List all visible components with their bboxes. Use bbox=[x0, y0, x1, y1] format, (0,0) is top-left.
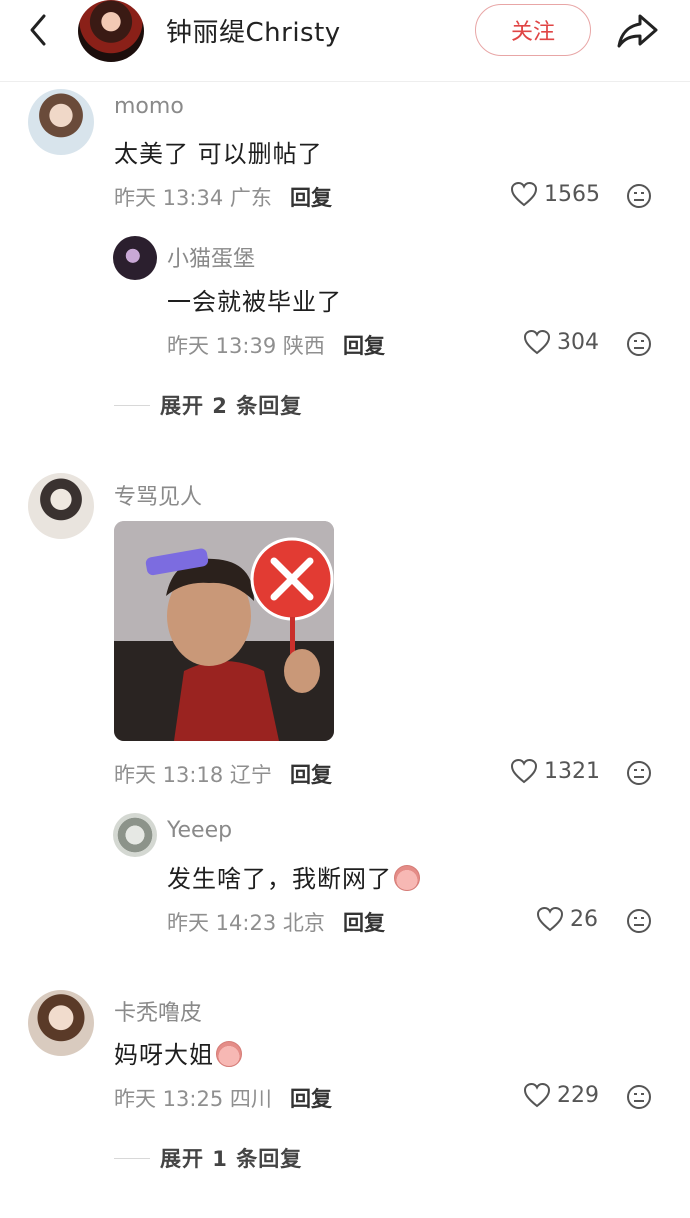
reply-button[interactable]: 回复 bbox=[290, 182, 332, 212]
like-count: 26 bbox=[570, 906, 598, 932]
comment-text: 妈呀大姐 bbox=[114, 1035, 242, 1070]
divider bbox=[114, 404, 150, 406]
reply-button[interactable]: 回复 bbox=[290, 1083, 332, 1113]
dislike-button[interactable] bbox=[626, 183, 652, 209]
reply-button[interactable]: 回复 bbox=[343, 330, 385, 360]
comment-text-value: 妈呀大姐 bbox=[114, 1041, 214, 1069]
avatar[interactable] bbox=[28, 89, 94, 155]
share-arrow-icon bbox=[617, 14, 658, 48]
reply-text: 发生啥了，我断网了 bbox=[167, 859, 420, 894]
crying-emoji-icon bbox=[394, 865, 420, 891]
avatar[interactable] bbox=[113, 236, 157, 280]
chevron-left-icon bbox=[30, 14, 46, 46]
author-name[interactable]: 钟丽缇Christy bbox=[166, 12, 341, 49]
follow-button[interactable]: 关注 bbox=[475, 4, 591, 56]
comment-meta: 昨天 13:18 辽宁 bbox=[114, 763, 272, 787]
reply-button[interactable]: 回复 bbox=[343, 907, 385, 937]
like-count: 1565 bbox=[544, 181, 600, 207]
reply-text-value: 发生啥了，我断网了 bbox=[167, 865, 392, 893]
reply-text: 一会就被毕业了 bbox=[167, 288, 342, 316]
avatar[interactable] bbox=[28, 473, 94, 539]
avatar[interactable] bbox=[113, 813, 157, 857]
back-button[interactable] bbox=[18, 10, 58, 50]
dislike-button[interactable] bbox=[626, 908, 652, 934]
comment-username[interactable]: momo bbox=[114, 94, 184, 119]
comment-username[interactable]: 卡秃噜皮 bbox=[114, 995, 202, 1027]
heart-outline-icon bbox=[523, 1082, 551, 1108]
meme-picture bbox=[114, 521, 334, 741]
dislike-button[interactable] bbox=[626, 1084, 652, 1110]
dislike-button[interactable] bbox=[626, 760, 652, 786]
reply-username[interactable]: 小猫蛋堡 bbox=[167, 241, 255, 273]
author-avatar[interactable] bbox=[78, 0, 144, 62]
divider bbox=[114, 1157, 150, 1159]
comment-text: 太美了 可以删帖了 bbox=[114, 140, 323, 168]
neutral-face-icon bbox=[627, 1085, 651, 1109]
heart-outline-icon bbox=[523, 329, 551, 355]
reply-meta: 昨天 14:23 北京 bbox=[167, 911, 325, 935]
like-button[interactable]: 1321 bbox=[510, 758, 600, 784]
neutral-face-icon bbox=[627, 332, 651, 356]
reply-button[interactable]: 回复 bbox=[290, 759, 332, 789]
like-count: 229 bbox=[557, 1082, 599, 1108]
like-count: 1321 bbox=[544, 758, 600, 784]
reply-username[interactable]: Yeeep bbox=[167, 818, 232, 843]
heart-outline-icon bbox=[510, 758, 538, 784]
expand-replies-label: 展开 1 条回复 bbox=[160, 1147, 303, 1171]
expand-replies-button[interactable]: 展开 2 条回复 bbox=[114, 390, 302, 420]
avatar[interactable] bbox=[28, 990, 94, 1056]
share-button[interactable] bbox=[614, 8, 660, 54]
comment-image[interactable] bbox=[114, 521, 334, 741]
expand-replies-label: 展开 2 条回复 bbox=[160, 394, 303, 418]
neutral-face-icon bbox=[627, 909, 651, 933]
shocked-emoji-icon bbox=[216, 1041, 242, 1067]
like-button[interactable]: 26 bbox=[536, 906, 598, 932]
dislike-button[interactable] bbox=[626, 331, 652, 357]
neutral-face-icon bbox=[627, 761, 651, 785]
like-button[interactable]: 304 bbox=[523, 329, 599, 355]
heart-outline-icon bbox=[510, 181, 538, 207]
comment-meta: 昨天 13:25 四川 bbox=[114, 1087, 272, 1111]
comment-meta: 昨天 13:34 广东 bbox=[114, 186, 272, 210]
like-count: 304 bbox=[557, 329, 599, 355]
expand-replies-button[interactable]: 展开 1 条回复 bbox=[114, 1143, 302, 1173]
top-bar: 钟丽缇Christy 关注 bbox=[0, 0, 690, 82]
heart-outline-icon bbox=[536, 906, 564, 932]
like-button[interactable]: 1565 bbox=[510, 181, 600, 207]
neutral-face-icon bbox=[627, 184, 651, 208]
reply-meta: 昨天 13:39 陕西 bbox=[167, 334, 325, 358]
like-button[interactable]: 229 bbox=[523, 1082, 599, 1108]
comment-username[interactable]: 专骂见人 bbox=[114, 479, 202, 511]
